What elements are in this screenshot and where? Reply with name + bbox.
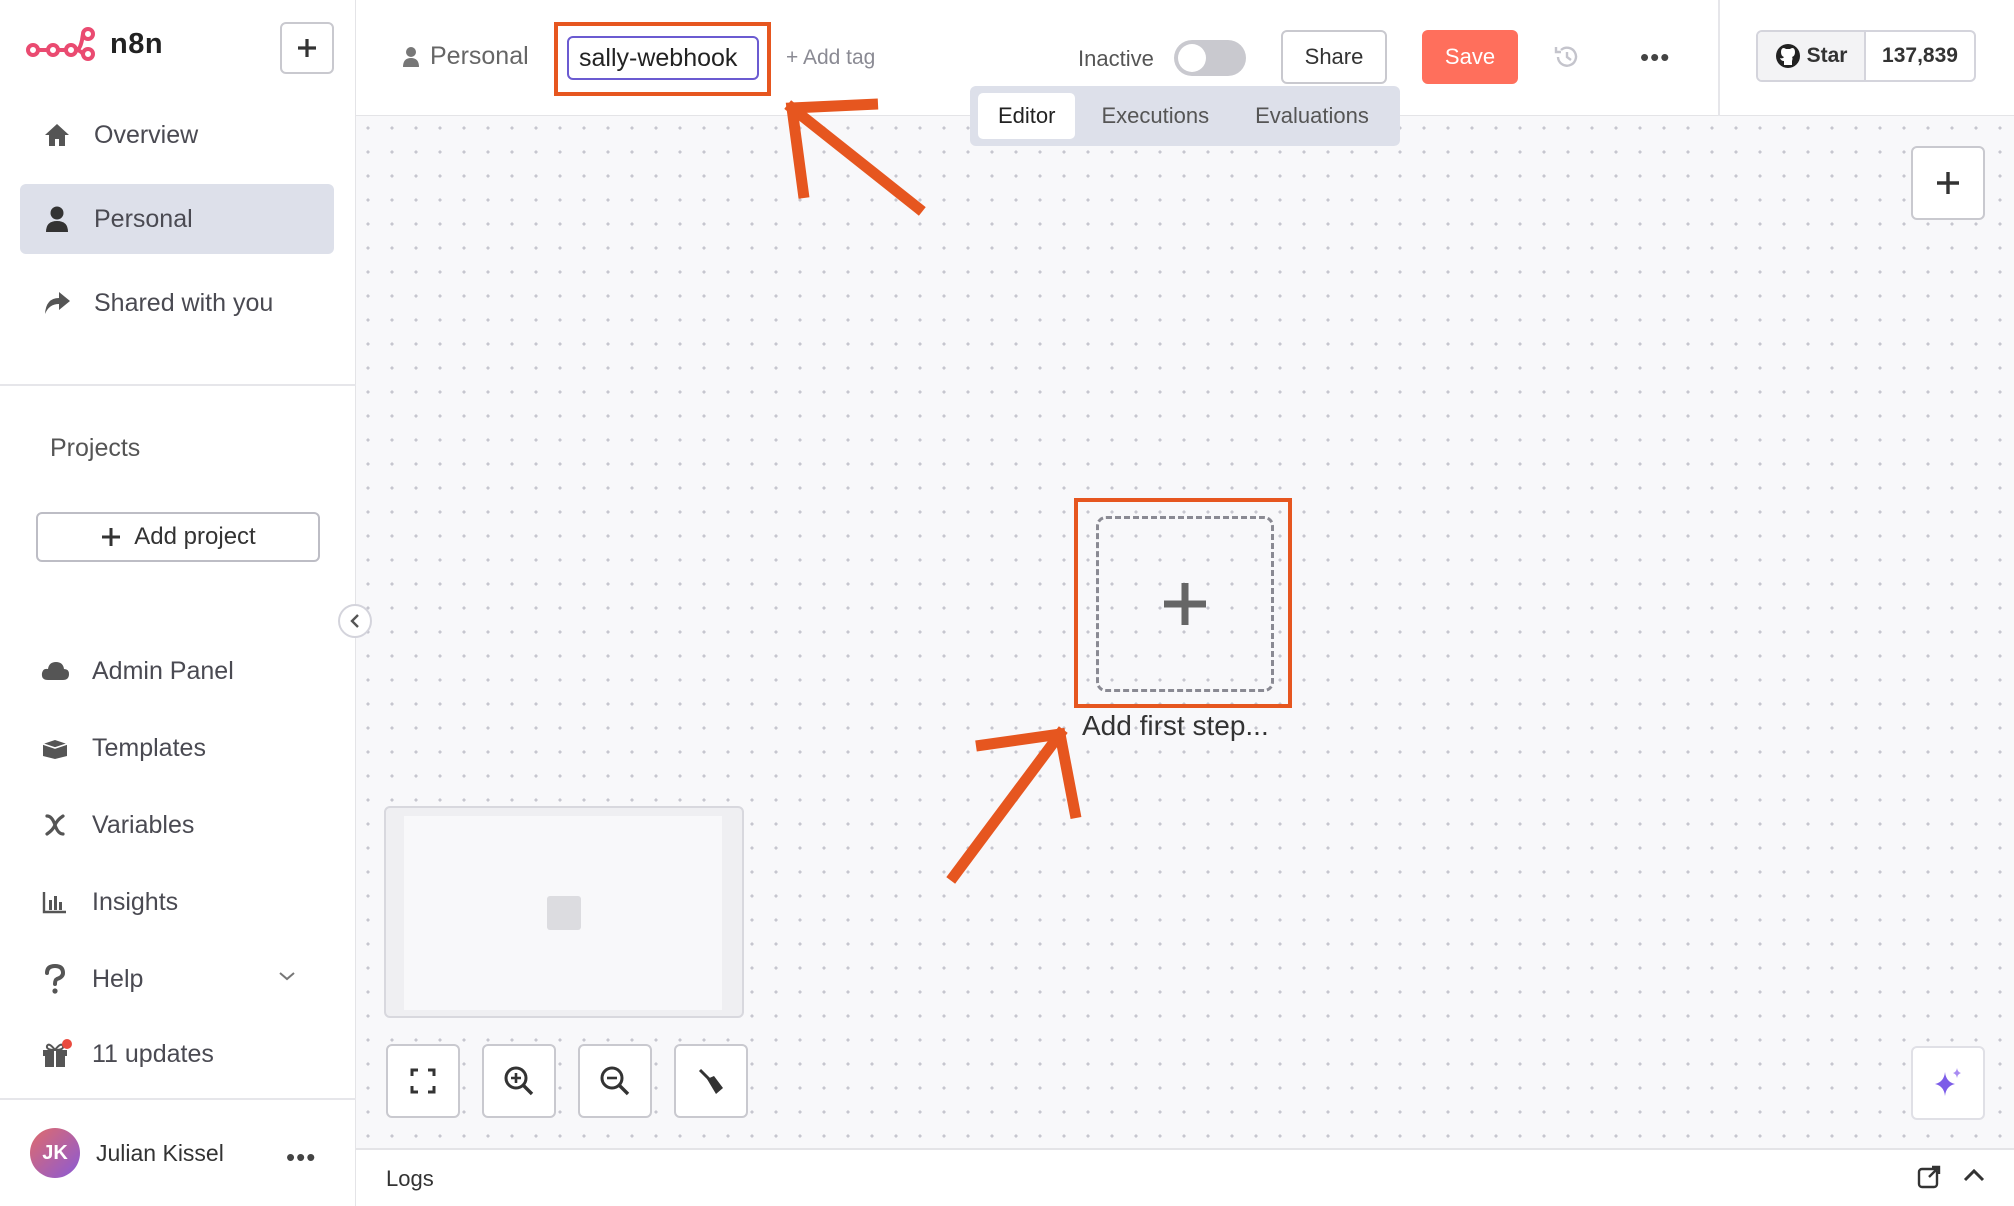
sidebar-item-label: Insights — [92, 887, 179, 916]
logs-panel[interactable] — [356, 1148, 2014, 1206]
plus-icon — [295, 36, 319, 60]
collapse-sidebar-button[interactable] — [338, 604, 372, 638]
avatar: JK — [30, 1128, 80, 1178]
sidebar-item-label: Help — [92, 964, 144, 993]
sidebar-item-label: Templates — [92, 733, 206, 762]
sidebar-item-label: Admin Panel — [92, 656, 234, 685]
sidebar-divider — [0, 384, 356, 386]
plus-icon — [1934, 169, 1962, 197]
save-button[interactable]: Save — [1422, 30, 1518, 84]
zoom-out-icon — [599, 1065, 631, 1097]
add-project-label: Add project — [134, 523, 256, 550]
sidebar — [0, 0, 356, 1206]
chevron-up-icon[interactable] — [1962, 1166, 1986, 1184]
n8n-logo-icon — [26, 26, 96, 62]
sidebar-divider — [0, 1098, 356, 1100]
sidebar-item-label: Personal — [94, 204, 193, 233]
sidebar-item-personal[interactable]: Personal — [20, 184, 334, 254]
create-new-button[interactable] — [280, 22, 334, 74]
toggle-knob — [1178, 44, 1206, 72]
user-profile[interactable]: JK Julian Kissel — [30, 1128, 224, 1178]
cloud-icon — [40, 656, 70, 686]
github-star-widget[interactable]: Star 137,839 — [1756, 30, 1976, 82]
breadcrumb[interactable]: Personal — [402, 42, 529, 71]
tab-editor[interactable]: Editor — [978, 93, 1076, 139]
workflow-name-input[interactable]: sally-webhook — [567, 36, 759, 80]
tidy-up-button[interactable] — [674, 1044, 748, 1118]
add-first-step-label: Add first step... — [1082, 710, 1269, 741]
chart-icon — [40, 887, 70, 917]
projects-heading: Projects — [50, 434, 141, 462]
breadcrumb-project: Personal — [430, 42, 529, 70]
header-divider — [1718, 0, 1720, 116]
chevron-down-icon[interactable] — [278, 970, 296, 982]
app-logo[interactable]: n8n — [26, 26, 163, 62]
add-first-step-button[interactable] — [1096, 516, 1274, 692]
tab-executions[interactable]: Executions — [1081, 93, 1229, 139]
sidebar-item-help[interactable]: Help — [40, 954, 143, 1004]
logs-label: Logs — [386, 1166, 434, 1191]
notification-dot — [62, 1039, 72, 1049]
fullscreen-icon — [409, 1067, 437, 1095]
user-menu-button[interactable]: ••• — [286, 1142, 316, 1173]
github-star-button[interactable]: Star — [1758, 32, 1866, 80]
sidebar-item-label: Overview — [94, 120, 199, 149]
more-options-button[interactable]: ••• — [1640, 42, 1670, 73]
tab-evaluations[interactable]: Evaluations — [1235, 93, 1389, 139]
active-toggle[interactable] — [1174, 40, 1246, 76]
sidebar-item-admin-panel[interactable]: Admin Panel — [40, 646, 234, 696]
sidebar-item-templates[interactable]: Templates — [40, 723, 206, 773]
popout-icon[interactable] — [1916, 1164, 1942, 1190]
broom-icon — [696, 1066, 726, 1096]
sidebar-item-overview[interactable]: Overview — [20, 100, 334, 170]
add-project-button[interactable]: Add project — [36, 512, 320, 562]
box-icon — [40, 733, 70, 763]
gift-icon — [40, 1039, 72, 1069]
share-icon — [42, 288, 72, 318]
home-icon — [42, 120, 72, 150]
user-name: Julian Kissel — [96, 1139, 224, 1166]
sidebar-item-variables[interactable]: Variables — [40, 800, 194, 850]
open-nodes-panel-button[interactable] — [1911, 146, 1985, 220]
sidebar-item-label: 11 updates — [92, 1039, 214, 1068]
minimap-node — [547, 896, 581, 930]
zoom-in-button[interactable] — [482, 1044, 556, 1118]
add-tag-button[interactable]: + Add tag — [786, 46, 875, 70]
chevron-left-icon — [349, 613, 361, 629]
sparkle-icon — [1931, 1066, 1965, 1100]
question-icon — [40, 964, 70, 994]
active-status-label: Inactive — [1078, 46, 1154, 71]
fit-view-button[interactable] — [386, 1044, 460, 1118]
sidebar-item-label: Variables — [92, 810, 195, 839]
app-name: n8n — [110, 27, 164, 60]
sidebar-item-shared-with-you[interactable]: Shared with you — [20, 268, 334, 338]
github-star-count: 137,839 — [1882, 44, 1958, 67]
user-icon — [42, 204, 72, 234]
view-tabs: Editor Executions Evaluations — [970, 86, 1400, 146]
sidebar-item-updates[interactable]: 11 updates — [40, 1029, 214, 1079]
sidebar-item-label: Shared with you — [94, 288, 274, 317]
share-button[interactable]: Share — [1281, 30, 1387, 84]
plus-icon — [100, 526, 122, 548]
ai-assistant-button[interactable] — [1911, 1046, 1985, 1120]
zoom-in-icon — [503, 1065, 535, 1097]
history-icon[interactable] — [1552, 42, 1582, 72]
github-icon — [1775, 43, 1801, 69]
variable-icon — [40, 810, 70, 840]
plus-icon — [1160, 579, 1210, 629]
github-star-label: Star — [1806, 44, 1848, 67]
sidebar-item-insights[interactable]: Insights — [40, 877, 178, 927]
user-icon — [402, 46, 420, 68]
zoom-out-button[interactable] — [578, 1044, 652, 1118]
